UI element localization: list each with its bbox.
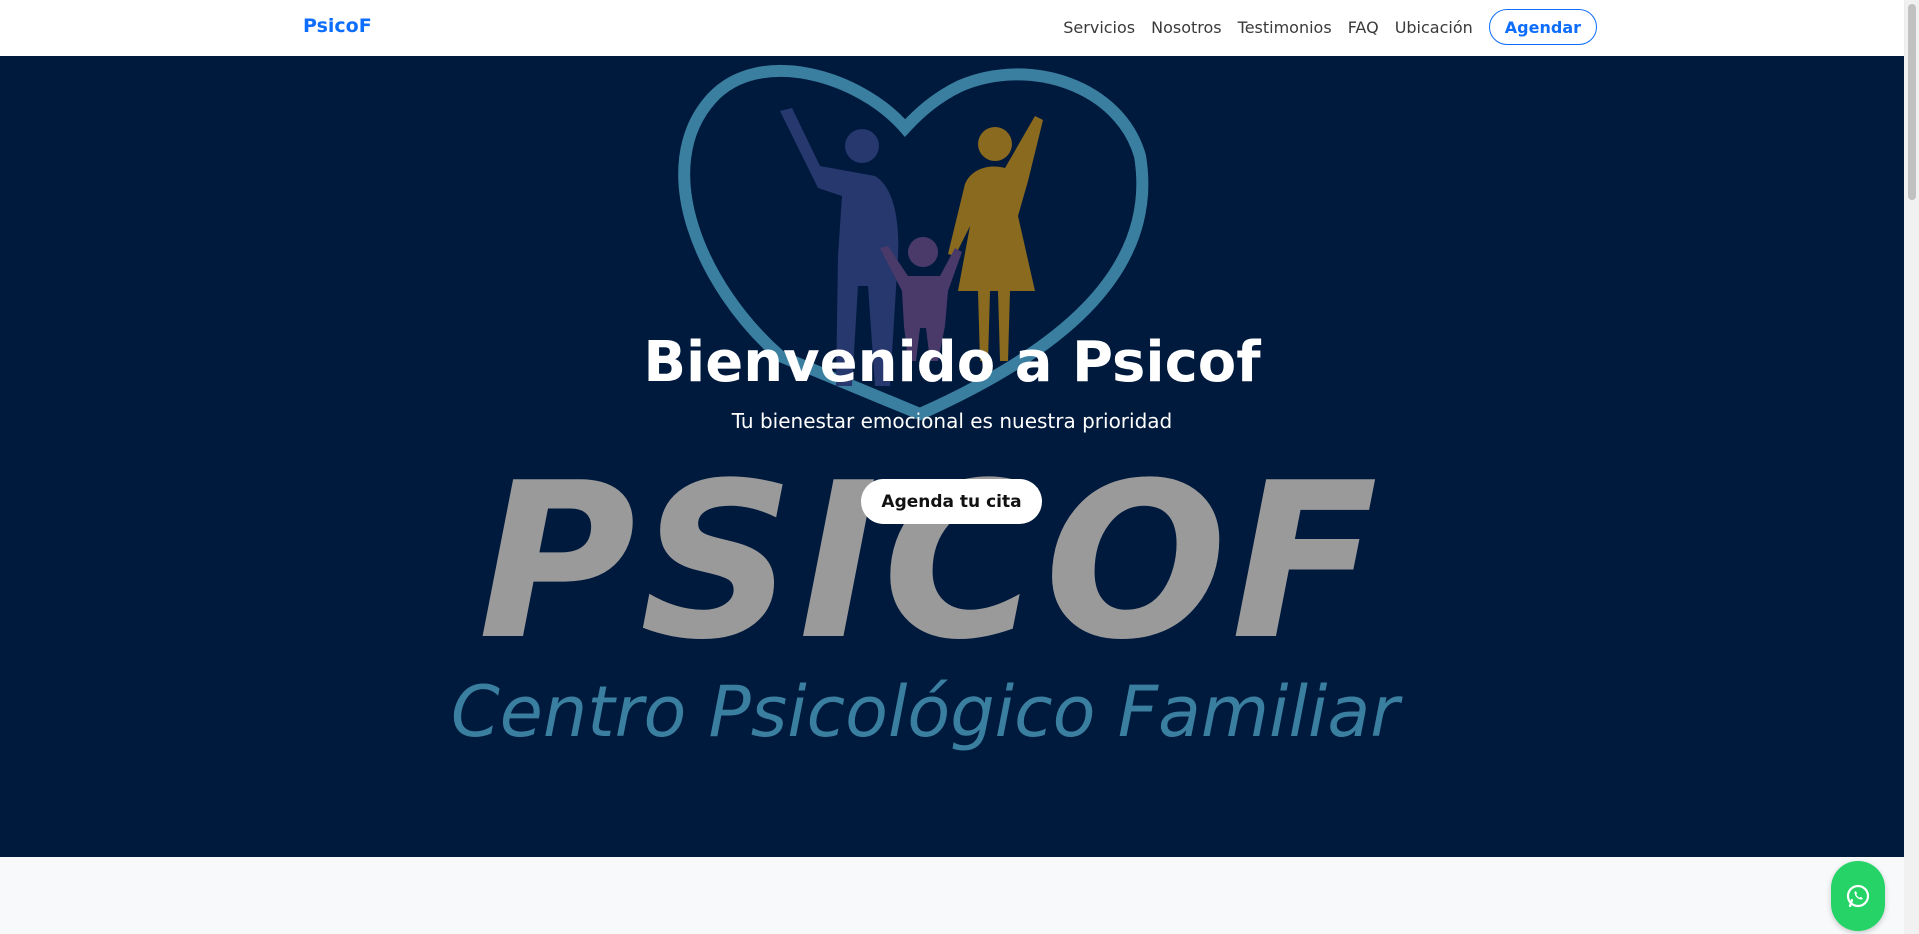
scrollbar-thumb[interactable] — [1908, 4, 1916, 200]
hero-section: PSICOF Centro Psicológico Familiar Bienv… — [0, 56, 1904, 857]
navbar: PsicoF Servicios Nosotros Testimonios FA… — [0, 0, 1904, 56]
page-scrollbar[interactable] — [1904, 0, 1919, 934]
brand-logo[interactable]: PsicoF — [303, 15, 372, 37]
nav-link-faq[interactable]: FAQ — [1348, 18, 1379, 37]
nav-links: Servicios Nosotros Testimonios FAQ Ubica… — [1063, 9, 1597, 45]
mother-figure — [948, 116, 1043, 361]
hero-title: Bienvenido a Psicof — [643, 330, 1261, 395]
nav-link-testimonios[interactable]: Testimonios — [1238, 18, 1332, 37]
whatsapp-icon — [1846, 884, 1870, 908]
nav-link-ubicacion[interactable]: Ubicación — [1395, 18, 1473, 37]
logo-tagline: Centro Psicológico Familiar — [451, 671, 1403, 753]
nav-link-nosotros[interactable]: Nosotros — [1151, 18, 1222, 37]
psicof-logo-background: PSICOF Centro Psicológico Familiar — [451, 64, 1403, 753]
next-section — [0, 857, 1904, 934]
whatsapp-button[interactable] — [1831, 861, 1885, 931]
nav-link-servicios[interactable]: Servicios — [1063, 18, 1135, 37]
hero-subtitle: Tu bienestar emocional es nuestra priori… — [731, 409, 1173, 433]
logo-wordmark: PSICOF — [478, 436, 1382, 687]
agendar-button[interactable]: Agendar — [1488, 9, 1597, 45]
agenda-cita-button[interactable]: Agenda tu cita — [861, 479, 1042, 524]
